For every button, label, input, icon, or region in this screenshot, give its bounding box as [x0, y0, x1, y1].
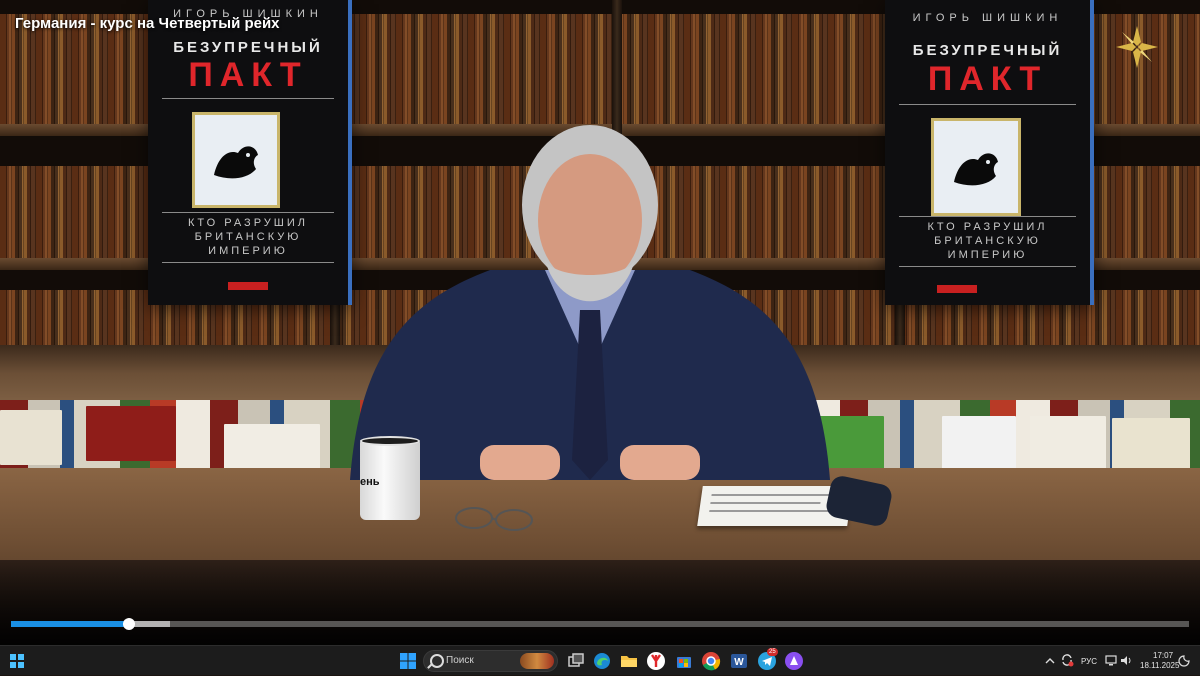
alice-icon[interactable] — [784, 651, 804, 671]
telegram-icon[interactable]: 25 — [757, 648, 778, 671]
notification-icon[interactable] — [1178, 654, 1190, 667]
notification-badge: 25 — [767, 648, 778, 656]
book-poster-right: ИГОРЬ ШИШКИН БЕЗУПРЕЧНЫЙ ПАКТ КТО РАЗРУШ… — [885, 0, 1094, 305]
eyeglasses — [455, 507, 533, 531]
sync-icon[interactable] — [1060, 653, 1074, 667]
video-progress-bar[interactable] — [11, 618, 1189, 630]
volume-icon[interactable] — [1120, 654, 1133, 667]
clock-time[interactable]: 17:07 — [1153, 651, 1173, 660]
edge-icon[interactable] — [592, 651, 612, 671]
svg-text:W: W — [734, 657, 744, 668]
search-input[interactable]: Поиск — [423, 650, 558, 672]
poster-subtitle: КТО РАЗРУШИЛ БРИТАНСКУЮ ИМПЕРИЮ — [188, 217, 308, 257]
chrome-icon[interactable] — [701, 651, 721, 671]
mug: ень — [360, 436, 420, 520]
widgets-icon[interactable] — [9, 653, 25, 669]
search-highlight-icon — [520, 653, 554, 669]
poster-title: БЕЗУПРЕЧНЫЙ — [173, 39, 323, 56]
video-title: Германия - курс на Четвертый рейх — [15, 15, 280, 32]
poster-author: ИГОРЬ ШИШКИН — [912, 12, 1063, 24]
language-indicator[interactable]: РУС — [1081, 657, 1097, 666]
progress-scrubber[interactable] — [122, 618, 135, 630]
book-poster-left: ИГОРЬ ШИШКИН БЕЗУПРЕЧНЫЙ ПАКТ КТО РАЗРУШ… — [148, 0, 352, 305]
file-explorer-icon[interactable] — [619, 651, 639, 671]
word-icon[interactable]: W — [729, 651, 749, 671]
poster-title-main: ПАКТ — [927, 60, 1048, 98]
presenter — [350, 125, 830, 480]
task-view-icon[interactable] — [566, 651, 586, 671]
video-player[interactable]: ИГОРЬ ШИШКИН БЕЗУПРЕЧНЫЙ ПАКТ КТО РАЗРУШ… — [0, 0, 1200, 645]
clock-date[interactable]: 18.11.2025 — [1140, 661, 1179, 670]
store-icon[interactable] — [674, 651, 694, 671]
mug-logo: ень — [360, 476, 380, 488]
search-placeholder: Поиск — [446, 655, 474, 666]
progress-fill — [11, 621, 129, 627]
channel-logo-icon — [1116, 26, 1158, 68]
windows-start-icon[interactable] — [398, 651, 418, 671]
publisher-logo — [228, 282, 268, 290]
poster-title: БЕЗУПРЕЧНЫЙ — [912, 42, 1063, 59]
publisher-logo — [937, 285, 977, 293]
poster-subtitle: КТО РАЗРУШИЛ БРИТАНСКУЮ ИМПЕРИЮ — [927, 221, 1048, 261]
taskbar: Поиск W 25 РУС 17:07 18.11.2025 — [0, 645, 1200, 675]
yandex-browser-icon[interactable] — [646, 651, 666, 671]
tray-chevron-icon[interactable] — [1044, 654, 1056, 666]
poster-emblem-icon — [192, 112, 280, 208]
search-icon — [430, 654, 444, 668]
poster-emblem-icon — [931, 118, 1021, 216]
poster-title-main: ПАКТ — [188, 56, 308, 94]
network-icon[interactable] — [1105, 654, 1118, 667]
